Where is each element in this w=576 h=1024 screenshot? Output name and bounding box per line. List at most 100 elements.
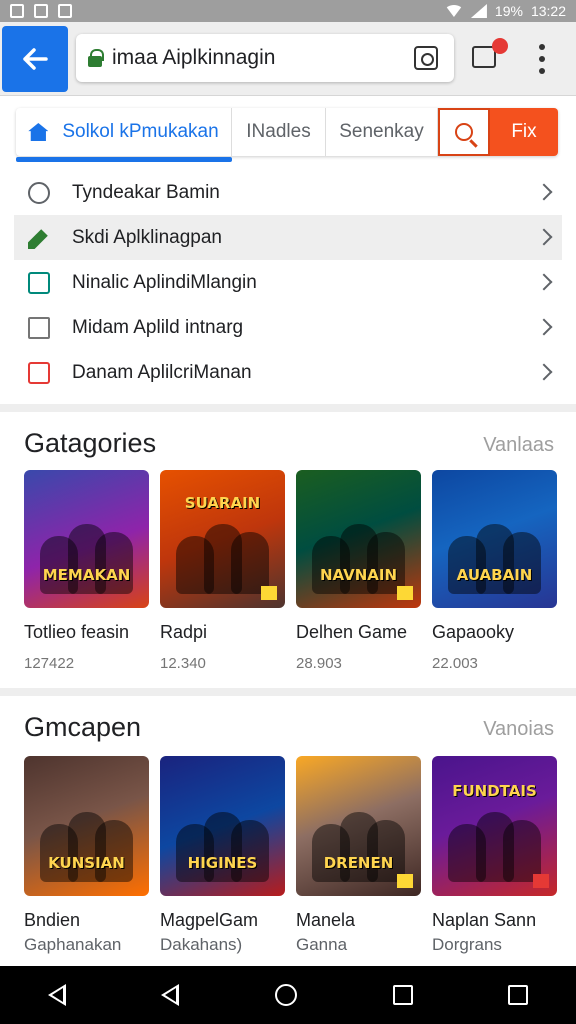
back-nav-icon[interactable]: [47, 984, 66, 1006]
list-item-label: Skdi Aplklinagpan: [72, 226, 222, 248]
card-subtitle: Dorgrans: [432, 935, 502, 954]
address-bar[interactable]: imaa Aiplkinnagin: [76, 34, 454, 82]
gallery-notification-icon: [10, 4, 24, 18]
back-nav-icon[interactable]: [161, 984, 180, 1006]
category-card[interactable]: AUABAIN Gapaooky 22.003: [432, 470, 557, 672]
home-nav-icon[interactable]: [274, 984, 297, 1006]
clock: 13:22: [530, 3, 566, 19]
overflow-menu-button[interactable]: [530, 44, 554, 74]
bag-notification-icon: [58, 4, 72, 18]
back-arrow-icon: [23, 48, 48, 70]
edit-icon: [28, 229, 48, 249]
tab-home-label: Solkol kPmukakan: [62, 121, 219, 142]
tab-second[interactable]: INadles: [232, 108, 326, 156]
category-card[interactable]: SUARAIN Radpi 12.340: [160, 470, 285, 672]
card-title: MagpelGam: [160, 910, 259, 930]
recents-nav-icon[interactable]: [508, 985, 529, 1005]
dot-icon: [539, 56, 545, 62]
dot-icon: [539, 44, 545, 50]
card-subtitle: Ganna: [296, 935, 348, 954]
list-item[interactable]: Skdi Aplklinagpan: [14, 215, 562, 260]
url-text: imaa Aiplkinnagin: [112, 46, 276, 69]
character-figure: [231, 532, 269, 594]
battery-percent: 19%: [494, 3, 523, 19]
character-figure: [231, 820, 269, 882]
game-logo: SUARAIN: [184, 494, 261, 512]
card-count: 127422: [24, 655, 75, 672]
game-card[interactable]: DRENEN Manela Ganna: [296, 756, 421, 955]
game-card[interactable]: KUNSIAN Bndien Gaphanakan: [24, 756, 149, 955]
list-item[interactable]: Danam AplilcriManan: [0, 350, 576, 395]
character-figure: [367, 532, 405, 594]
card-count: 12.340: [160, 655, 206, 672]
box-icon: [28, 272, 50, 294]
list-item[interactable]: Midam Aplild intnarg: [0, 305, 576, 350]
back-button[interactable]: [2, 26, 68, 92]
signal-icon: [470, 4, 487, 18]
badge-icon: [261, 586, 277, 600]
list-item-label: Ninalic AplindiMlangin: [72, 271, 257, 293]
game-logo: AUABAIN: [456, 566, 533, 584]
character-figure: [367, 820, 405, 882]
camera-icon[interactable]: [414, 46, 438, 70]
fix-button[interactable]: Fix: [490, 108, 558, 156]
list-item[interactable]: Tyndeakar Bamin: [0, 170, 576, 215]
game-thumbnail: KUNSIAN: [24, 756, 149, 896]
badge-icon: [397, 874, 413, 888]
tab-home[interactable]: Solkol kPmukakan: [16, 108, 232, 162]
list-item[interactable]: Ninalic AplindiMlangin: [0, 260, 576, 305]
character-figure: [95, 820, 133, 882]
list-item-label: Danam AplilcriManan: [72, 361, 252, 383]
card-subtitle: Dakahans): [160, 935, 243, 954]
badge-icon: [397, 586, 413, 600]
game-logo: FUNDTAIS: [452, 782, 537, 800]
list-item-label: Midam Aplild intnarg: [72, 316, 244, 338]
menu-list: Tyndeakar Bamin Skdi Aplklinagpan Ninali…: [0, 170, 576, 395]
chevron-right-icon: [535, 228, 553, 246]
categories-row: MEMAKAN Totlieo feasin 127422 SUARAIN Ra…: [24, 470, 557, 672]
game-card[interactable]: FUNDTAIS Naplan Sann Dorgrans: [432, 756, 557, 955]
games-title: Gmcapen: [24, 712, 142, 742]
message-notification-icon: [34, 4, 48, 18]
search-icon: [455, 123, 473, 141]
game-logo: KUNSIAN: [48, 854, 125, 872]
notification-badge: [492, 38, 508, 54]
chevron-right-icon: [535, 318, 553, 336]
card-subtitle: Gaphanakan: [24, 935, 122, 954]
card-count: 28.903: [296, 655, 342, 672]
categories-title: Gatagories: [24, 428, 157, 458]
system-nav-bar: [0, 966, 576, 1024]
card-count: 22.003: [432, 655, 478, 672]
search-icon: [28, 182, 50, 204]
character-figure: [503, 820, 541, 882]
category-thumbnail: NAVNAIN: [296, 470, 421, 608]
status-bar: 19% 13:22: [0, 0, 576, 22]
section-divider: [0, 688, 576, 696]
card-title: Totlieo feasin: [24, 622, 130, 642]
games-more-link[interactable]: Vanoias: [483, 718, 554, 741]
category-thumbnail: MEMAKAN: [24, 470, 149, 608]
document-icon: [28, 317, 50, 339]
tab-third[interactable]: Senenkay: [326, 108, 438, 156]
chevron-right-icon: [535, 363, 553, 381]
category-card[interactable]: NAVNAIN Delhen Game 28.903: [296, 470, 421, 672]
game-thumbnail: DRENEN: [296, 756, 421, 896]
section-divider: [0, 404, 576, 412]
game-card[interactable]: HIGINES MagpelGam Dakahans): [160, 756, 285, 955]
categories-more-link[interactable]: Vanlaas: [483, 434, 554, 457]
recents-nav-icon[interactable]: [392, 985, 413, 1005]
category-thumbnail: SUARAIN: [160, 470, 285, 608]
games-row: KUNSIAN Bndien Gaphanakan HIGINES Magpel…: [24, 756, 557, 955]
card-title: Radpi: [160, 622, 208, 642]
search-button[interactable]: [438, 108, 490, 156]
character-figure: [503, 532, 541, 594]
browser-toolbar: imaa Aiplkinnagin: [0, 22, 576, 96]
game-thumbnail: FUNDTAIS: [432, 756, 557, 896]
character-figure: [95, 532, 133, 594]
game-logo: DRENEN: [323, 854, 394, 872]
badge-icon: [533, 874, 549, 888]
card-title: Gapaooky: [432, 622, 515, 642]
game-logo: NAVNAIN: [319, 566, 398, 584]
category-card[interactable]: MEMAKAN Totlieo feasin 127422: [24, 470, 149, 672]
category-tabs: Solkol kPmukakan INadles Senenkay Fix: [16, 108, 558, 162]
